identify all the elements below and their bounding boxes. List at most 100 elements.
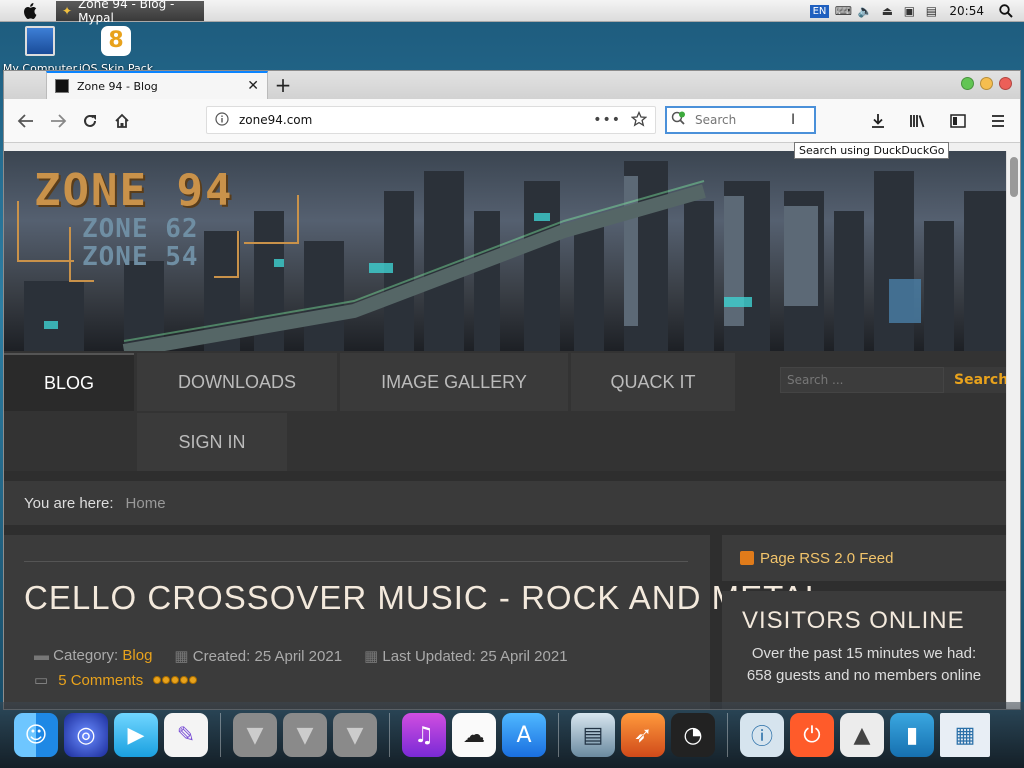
star-icon <box>162 676 171 684</box>
music-icon[interactable]: ♫ <box>402 713 446 757</box>
desktop-icon-ios-skin-pack[interactable]: 8 iOS Skin Pack <box>76 26 156 75</box>
rating-stars[interactable] <box>153 676 198 684</box>
nav-quack-it[interactable]: QUACK IT <box>571 353 735 411</box>
new-tab-button[interactable]: + <box>268 71 298 99</box>
created-date: Created: 25 April 2021 <box>192 648 343 665</box>
info-circle-icon[interactable]: ⓘ <box>740 713 784 757</box>
close-window-button[interactable] <box>999 77 1012 90</box>
browser-window: Zone 94 - Blog ✕ + zone94.com ••• Search… <box>3 70 1021 710</box>
top-menubar: ✦ Zone 94 - Blog - Mypal EN ⌨ 🔈 ⏏ ▣ ▤ 20… <box>0 0 1024 25</box>
network-globe-icon[interactable]: ◎ <box>64 713 108 757</box>
apple-menu-icon[interactable] <box>18 0 42 22</box>
dock-separator <box>389 713 390 757</box>
display-icon[interactable]: ▤ <box>923 4 939 18</box>
rss-feed-link[interactable]: Page RSS 2.0 Feed <box>760 550 893 567</box>
info-icon[interactable] <box>215 111 229 129</box>
reload-button[interactable] <box>74 105 106 137</box>
downloads-icon[interactable] <box>862 105 894 137</box>
text-editor-icon[interactable]: ✎ <box>164 713 208 757</box>
cloud-icon[interactable]: ☁ <box>452 713 496 757</box>
nav-downloads[interactable]: DOWNLOADS <box>137 353 337 411</box>
dock-slot-1-icon[interactable]: ▼ <box>233 713 277 757</box>
bookmark-star-icon[interactable] <box>630 110 648 130</box>
search-engine-icon[interactable] <box>671 111 689 130</box>
nav-sign-in[interactable]: SIGN IN <box>137 413 287 471</box>
scrollbar-thumb[interactable] <box>1010 157 1018 197</box>
app-store-icon[interactable]: A <box>502 713 546 757</box>
article-title[interactable]: CELLO CROSSOVER MUSIC - ROCK AND METAL <box>24 579 824 617</box>
site-search-input[interactable]: Search ... <box>780 367 944 393</box>
star-icon <box>180 676 189 684</box>
breadcrumb-home-link[interactable]: Home <box>126 495 166 512</box>
header-banner: ZONE 94 ZONE 62 ZONE 54 <box>4 151 1006 351</box>
toolbar-right <box>862 105 1014 137</box>
notebook-icon[interactable]: ▮ <box>890 713 934 757</box>
back-button[interactable] <box>10 105 42 137</box>
dashboard-gauge-icon[interactable]: ◔ <box>671 713 715 757</box>
library-icon[interactable] <box>902 105 934 137</box>
nav-image-gallery[interactable]: IMAGE GALLERY <box>340 353 568 411</box>
browser-search-box[interactable]: I <box>665 106 816 134</box>
finder-icon[interactable]: ☺ <box>14 713 58 757</box>
archive-icon[interactable]: ▤ <box>571 713 615 757</box>
breadcrumb: You are here: Home <box>4 481 1006 525</box>
article-meta: ▬ Category: Blog ▦ Created: 25 April 202… <box>34 647 568 665</box>
url-bar[interactable]: zone94.com ••• <box>206 106 656 134</box>
desktop-icon-my-computer[interactable]: My Computer <box>0 26 80 75</box>
favicon-icon <box>55 79 69 93</box>
page-actions-icon[interactable]: ••• <box>593 112 621 128</box>
system-tray: EN ⌨ 🔈 ⏏ ▣ ▤ 20:54 <box>809 0 1024 22</box>
calendar-icon: ▦ <box>174 648 189 665</box>
tab-title: Zone 94 - Blog <box>77 79 158 93</box>
page-scrollbar[interactable] <box>1006 151 1020 709</box>
volume-icon[interactable]: 🔈 <box>857 4 873 18</box>
site-search-button[interactable]: Search <box>944 367 1006 393</box>
sidebar-toggle-icon[interactable] <box>942 105 974 137</box>
web-page: ZONE 94 ZONE 62 ZONE 54 BLOG DOWNLOADS I… <box>4 151 1006 709</box>
calendar-icon: ▦ <box>364 648 379 665</box>
close-tab-icon[interactable]: ✕ <box>247 78 259 94</box>
dock-separator <box>558 713 559 757</box>
visitors-text: Over the past 15 minutes we had: 658 gue… <box>746 645 982 684</box>
window-preview-icon[interactable]: ▦ <box>940 713 990 757</box>
dock-slot-3-icon[interactable]: ▼ <box>333 713 377 757</box>
forward-button[interactable] <box>42 105 74 137</box>
updated-date: Last Updated: 25 April 2021 <box>382 648 568 665</box>
browser-search-input[interactable] <box>695 113 785 127</box>
site-logo-main[interactable]: ZONE 94 <box>34 165 233 216</box>
minimize-button[interactable] <box>980 77 993 90</box>
comments-link[interactable]: 5 Comments <box>58 672 143 689</box>
home-button[interactable] <box>106 105 138 137</box>
power-icon[interactable]: ⏻ <box>790 713 834 757</box>
category-link[interactable]: Blog <box>122 647 152 664</box>
folder-icon: ▬ <box>34 647 49 664</box>
taskbar-window-button[interactable]: ✦ Zone 94 - Blog - Mypal <box>56 0 204 25</box>
window-controls <box>961 77 1012 90</box>
browser-tab[interactable]: Zone 94 - Blog ✕ <box>46 71 268 99</box>
article: CELLO CROSSOVER MUSIC - ROCK AND METAL ▬… <box>4 535 823 709</box>
language-indicator[interactable]: EN <box>809 4 830 18</box>
network-icon[interactable]: ▣ <box>901 4 917 18</box>
url-text[interactable]: zone94.com <box>239 113 583 127</box>
keyboard-icon[interactable]: ⌨ <box>835 4 852 18</box>
hamburger-menu-icon[interactable] <box>982 105 1014 137</box>
visitors-module: VISITORS ONLINE Over the past 15 minutes… <box>722 591 1006 709</box>
article-meta-secondary: ▭ 5 Comments <box>34 671 198 689</box>
dock-slot-2-icon[interactable]: ▼ <box>283 713 327 757</box>
spotlight-search-icon[interactable] <box>998 4 1014 18</box>
category-label: Category: <box>53 647 119 664</box>
maximize-button[interactable] <box>961 77 974 90</box>
dock: ☺ ◎ ▶ ✎ ▼ ▼ ▼ ♫ ☁ A ▤ ➶ ◔ ⓘ ⏻ ▲ ▮ ▦ <box>0 702 1024 768</box>
site-logo-sub: ZONE 62 ZONE 54 <box>82 214 199 272</box>
app-builder-icon[interactable]: ▲ <box>840 713 884 757</box>
search-tooltip: Search using DuckDuckGo <box>794 142 950 159</box>
nav-blog[interactable]: BLOG <box>4 353 134 411</box>
eject-icon[interactable]: ⏏ <box>879 4 895 18</box>
dock-separator <box>220 713 221 757</box>
clock: 20:54 <box>949 4 984 18</box>
mypal-icon: ✦ <box>62 3 73 18</box>
rocket-launcher-icon[interactable]: ➶ <box>621 713 665 757</box>
taskbar-window-title: Zone 94 - Blog - Mypal <box>78 0 175 25</box>
rss-icon <box>740 551 754 565</box>
media-player-icon[interactable]: ▶ <box>114 713 158 757</box>
